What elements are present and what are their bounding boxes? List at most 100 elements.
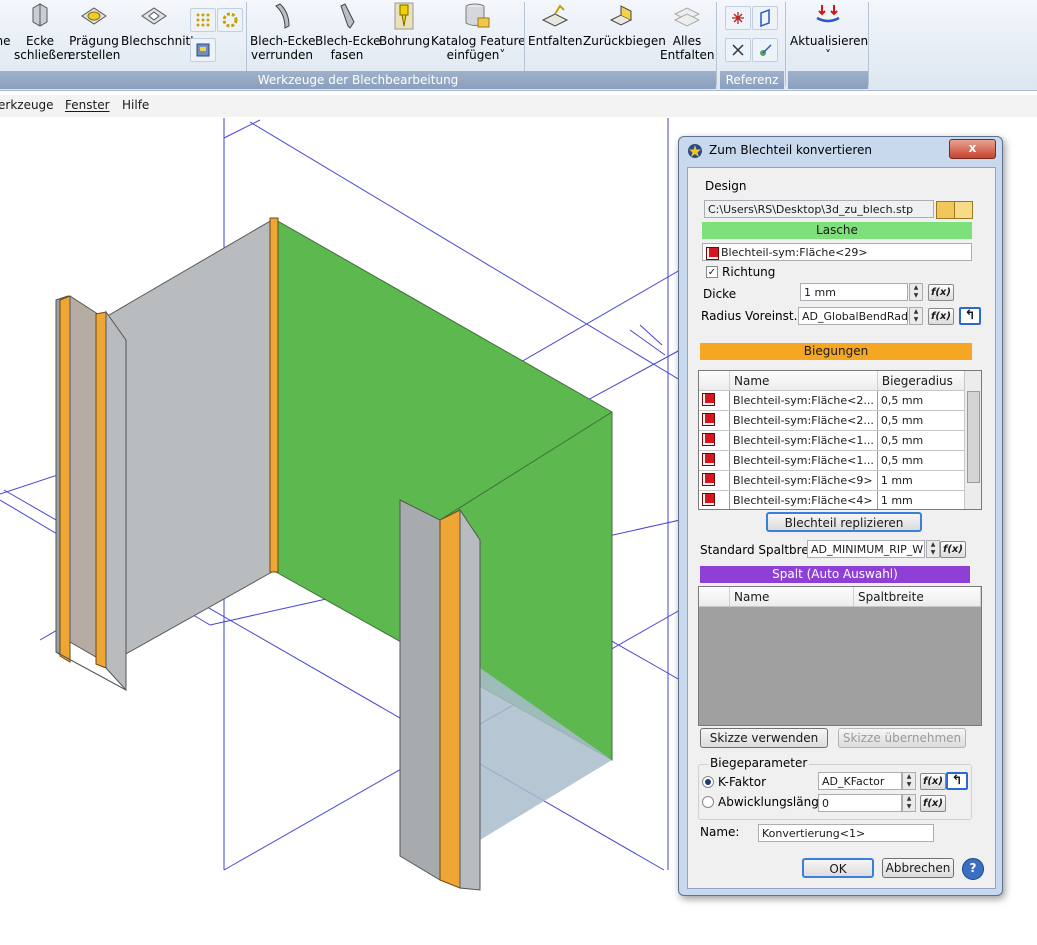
name-label: Name: bbox=[700, 825, 740, 839]
bend-row-radius[interactable]: 0,5 mm bbox=[877, 450, 966, 471]
kfactor-spinner[interactable]: ▲ ▼ bbox=[902, 772, 916, 790]
emboss-button[interactable]: Prägung erstellen bbox=[68, 0, 120, 68]
unfold-formula-button[interactable]: f(x) bbox=[920, 795, 946, 812]
database-icon bbox=[465, 3, 490, 28]
ok-button[interactable]: OK bbox=[802, 858, 874, 878]
refold-button[interactable]: Zurückbiegen bbox=[583, 0, 666, 68]
unfold-length-field[interactable]: 0 bbox=[818, 794, 902, 812]
open-folder-icon[interactable] bbox=[954, 201, 973, 219]
close-button[interactable]: x bbox=[949, 139, 996, 159]
sketch-use-button[interactable]: Skizze verwenden bbox=[700, 728, 828, 748]
spalt-band: Spalt (Auto Auswahl) bbox=[700, 566, 970, 583]
bend-row-name: Blechteil-sym:Fläche<9> bbox=[729, 470, 878, 491]
corner-chamfer-label: Blech-Ecke fasen bbox=[315, 34, 381, 62]
corner-round-button[interactable]: Blech-Ecke verrunden bbox=[250, 0, 316, 68]
face-cube-icon bbox=[702, 432, 715, 446]
close-corner-button[interactable]: Ecke schließen bbox=[14, 0, 72, 68]
bend-row-icon bbox=[699, 390, 730, 411]
reference-axis-button[interactable] bbox=[725, 38, 751, 62]
dicke-spinner[interactable]: ▲ ▼ bbox=[909, 283, 923, 301]
menu-help[interactable]: Hilfe bbox=[122, 98, 149, 112]
table-row[interactable]: Blechteil-sym:Fläche<2... 0,5 mm bbox=[699, 390, 966, 411]
bend-row-radius[interactable]: 0,5 mm bbox=[877, 410, 966, 431]
spalt-spinner[interactable]: ▲ ▼ bbox=[926, 540, 940, 558]
table-row[interactable]: Blechteil-sym:Fläche<2... 0,5 mm bbox=[699, 410, 966, 431]
radius-formula-button[interactable]: f(x) bbox=[928, 308, 954, 325]
dialog-titlebar[interactable]: Zum Blechteil konvertieren x bbox=[679, 137, 1002, 165]
table-row[interactable]: Blechteil-sym:Fläche<1... 0,5 mm bbox=[699, 450, 966, 471]
pattern-holes-button[interactable] bbox=[190, 8, 216, 32]
unfold-length-spinner[interactable]: ▲ ▼ bbox=[902, 794, 916, 812]
sketch-take-button[interactable]: Skizze übernehmen bbox=[838, 728, 966, 748]
lasche-face-field[interactable]: Blechteil-sym:Fläche<29> bbox=[702, 243, 972, 261]
replicate-button[interactable]: Blechteil replizieren bbox=[766, 512, 922, 532]
gap-header-name[interactable]: Name bbox=[729, 587, 854, 607]
folder-icon[interactable] bbox=[936, 201, 955, 219]
bend-row-radius[interactable]: 1 mm bbox=[877, 490, 966, 509]
catalog-feature-label: Katalog Feature einfügen˅ bbox=[431, 34, 526, 62]
scroll-thumb[interactable] bbox=[967, 391, 980, 483]
radius-spinner[interactable]: ▲ ▼ bbox=[909, 307, 923, 325]
dicke-formula-button[interactable]: f(x) bbox=[928, 284, 954, 301]
close-corner-label: Ecke schließen bbox=[14, 34, 72, 62]
sheet-cut-button[interactable]: Blechschnitt bbox=[121, 0, 195, 68]
reference-point-button[interactable] bbox=[725, 6, 751, 30]
bend-row-icon bbox=[699, 450, 730, 471]
emboss-label: Prägung erstellen bbox=[68, 34, 121, 62]
corner-chamfer-icon bbox=[340, 3, 355, 29]
kfactor-field[interactable]: AD_KFactor bbox=[818, 772, 902, 790]
catalog-feature-button[interactable]: Katalog Feature einfügen˅ bbox=[431, 0, 526, 68]
lasche-face-text: Blechteil-sym:Fläche<29> bbox=[721, 246, 868, 259]
kfactor-return-button[interactable]: ↰ bbox=[946, 772, 968, 790]
sheet-cut-label: Blechschnitt bbox=[121, 34, 195, 48]
reference-plane-button[interactable] bbox=[752, 6, 778, 30]
kfactor-formula-button[interactable]: f(x) bbox=[920, 773, 946, 790]
cancel-button[interactable]: Abbrechen bbox=[882, 858, 954, 878]
hole-button[interactable]: Bohrung bbox=[379, 0, 430, 68]
gear-icon bbox=[222, 12, 238, 28]
help-icon[interactable]: ? bbox=[962, 858, 984, 880]
richtung-label: Richtung bbox=[722, 265, 776, 279]
menu-window[interactable]: Fenster bbox=[65, 98, 110, 112]
bend-row-icon bbox=[699, 410, 730, 431]
menu-tools[interactable]: erkzeuge bbox=[0, 98, 54, 112]
bends-scrollbar[interactable] bbox=[964, 371, 981, 509]
bend-row-icon bbox=[699, 430, 730, 451]
sheet-tool-button[interactable] bbox=[190, 38, 216, 62]
radius-return-button[interactable]: ↰ bbox=[959, 307, 981, 325]
bends-header-name[interactable]: Name bbox=[729, 371, 878, 391]
ribbon-group-label-empty bbox=[788, 71, 868, 89]
face-cube-icon bbox=[702, 452, 715, 466]
unfold-button[interactable]: Entfalten bbox=[528, 0, 583, 68]
radius-field[interactable]: AD_GlobalBendRadius bbox=[798, 307, 908, 325]
name-field[interactable]: Konvertierung<1> bbox=[758, 824, 934, 842]
table-row[interactable]: Blechteil-sym:Fläche<4> 1 mm bbox=[699, 490, 966, 509]
bends-header-radius[interactable]: Biegeradius bbox=[877, 371, 966, 391]
update-button[interactable]: Aktualisieren ˅ bbox=[790, 0, 868, 68]
richtung-checkbox[interactable]: ✓ bbox=[706, 266, 718, 278]
unfold-all-button[interactable]: Alles Entfalten bbox=[660, 0, 715, 68]
ribbon-button-partial[interactable]: he bbox=[0, 0, 14, 68]
spalt-field[interactable]: AD_MINIMUM_RIP_WIDTH bbox=[807, 540, 925, 558]
reference-csys-button[interactable] bbox=[752, 38, 778, 62]
ribbon-group-label: Werkzeuge der Blechbearbeitung bbox=[0, 71, 716, 89]
gear-pattern-button[interactable] bbox=[217, 8, 243, 32]
bend-row-radius[interactable]: 0,5 mm bbox=[877, 430, 966, 451]
kfactor-radio[interactable] bbox=[702, 776, 714, 788]
ribbon-separator bbox=[716, 2, 717, 86]
update-icon bbox=[816, 5, 840, 23]
bend-params-label: Biegeparameter bbox=[708, 756, 810, 770]
table-row[interactable]: Blechteil-sym:Fläche<1... 0,5 mm bbox=[699, 430, 966, 451]
spalt-formula-button[interactable]: f(x) bbox=[940, 541, 966, 558]
dicke-field[interactable]: 1 mm bbox=[800, 283, 908, 301]
bend-row-radius[interactable]: 0,5 mm bbox=[877, 390, 966, 411]
unfold-length-radio[interactable] bbox=[702, 796, 714, 808]
bend-row-radius[interactable]: 1 mm bbox=[877, 470, 966, 491]
lasche-band: Lasche bbox=[702, 222, 972, 239]
design-path-field[interactable]: C:\Users\RS\Desktop\3d_zu_blech.stp bbox=[704, 200, 934, 218]
axis-icon bbox=[732, 44, 744, 56]
corner-chamfer-button[interactable]: Blech-Ecke fasen bbox=[315, 0, 381, 68]
table-row[interactable]: Blechteil-sym:Fläche<9> 1 mm bbox=[699, 470, 966, 491]
return-arrow-icon: ↰ bbox=[964, 308, 976, 323]
gap-header-width[interactable]: Spaltbreite bbox=[853, 587, 981, 607]
